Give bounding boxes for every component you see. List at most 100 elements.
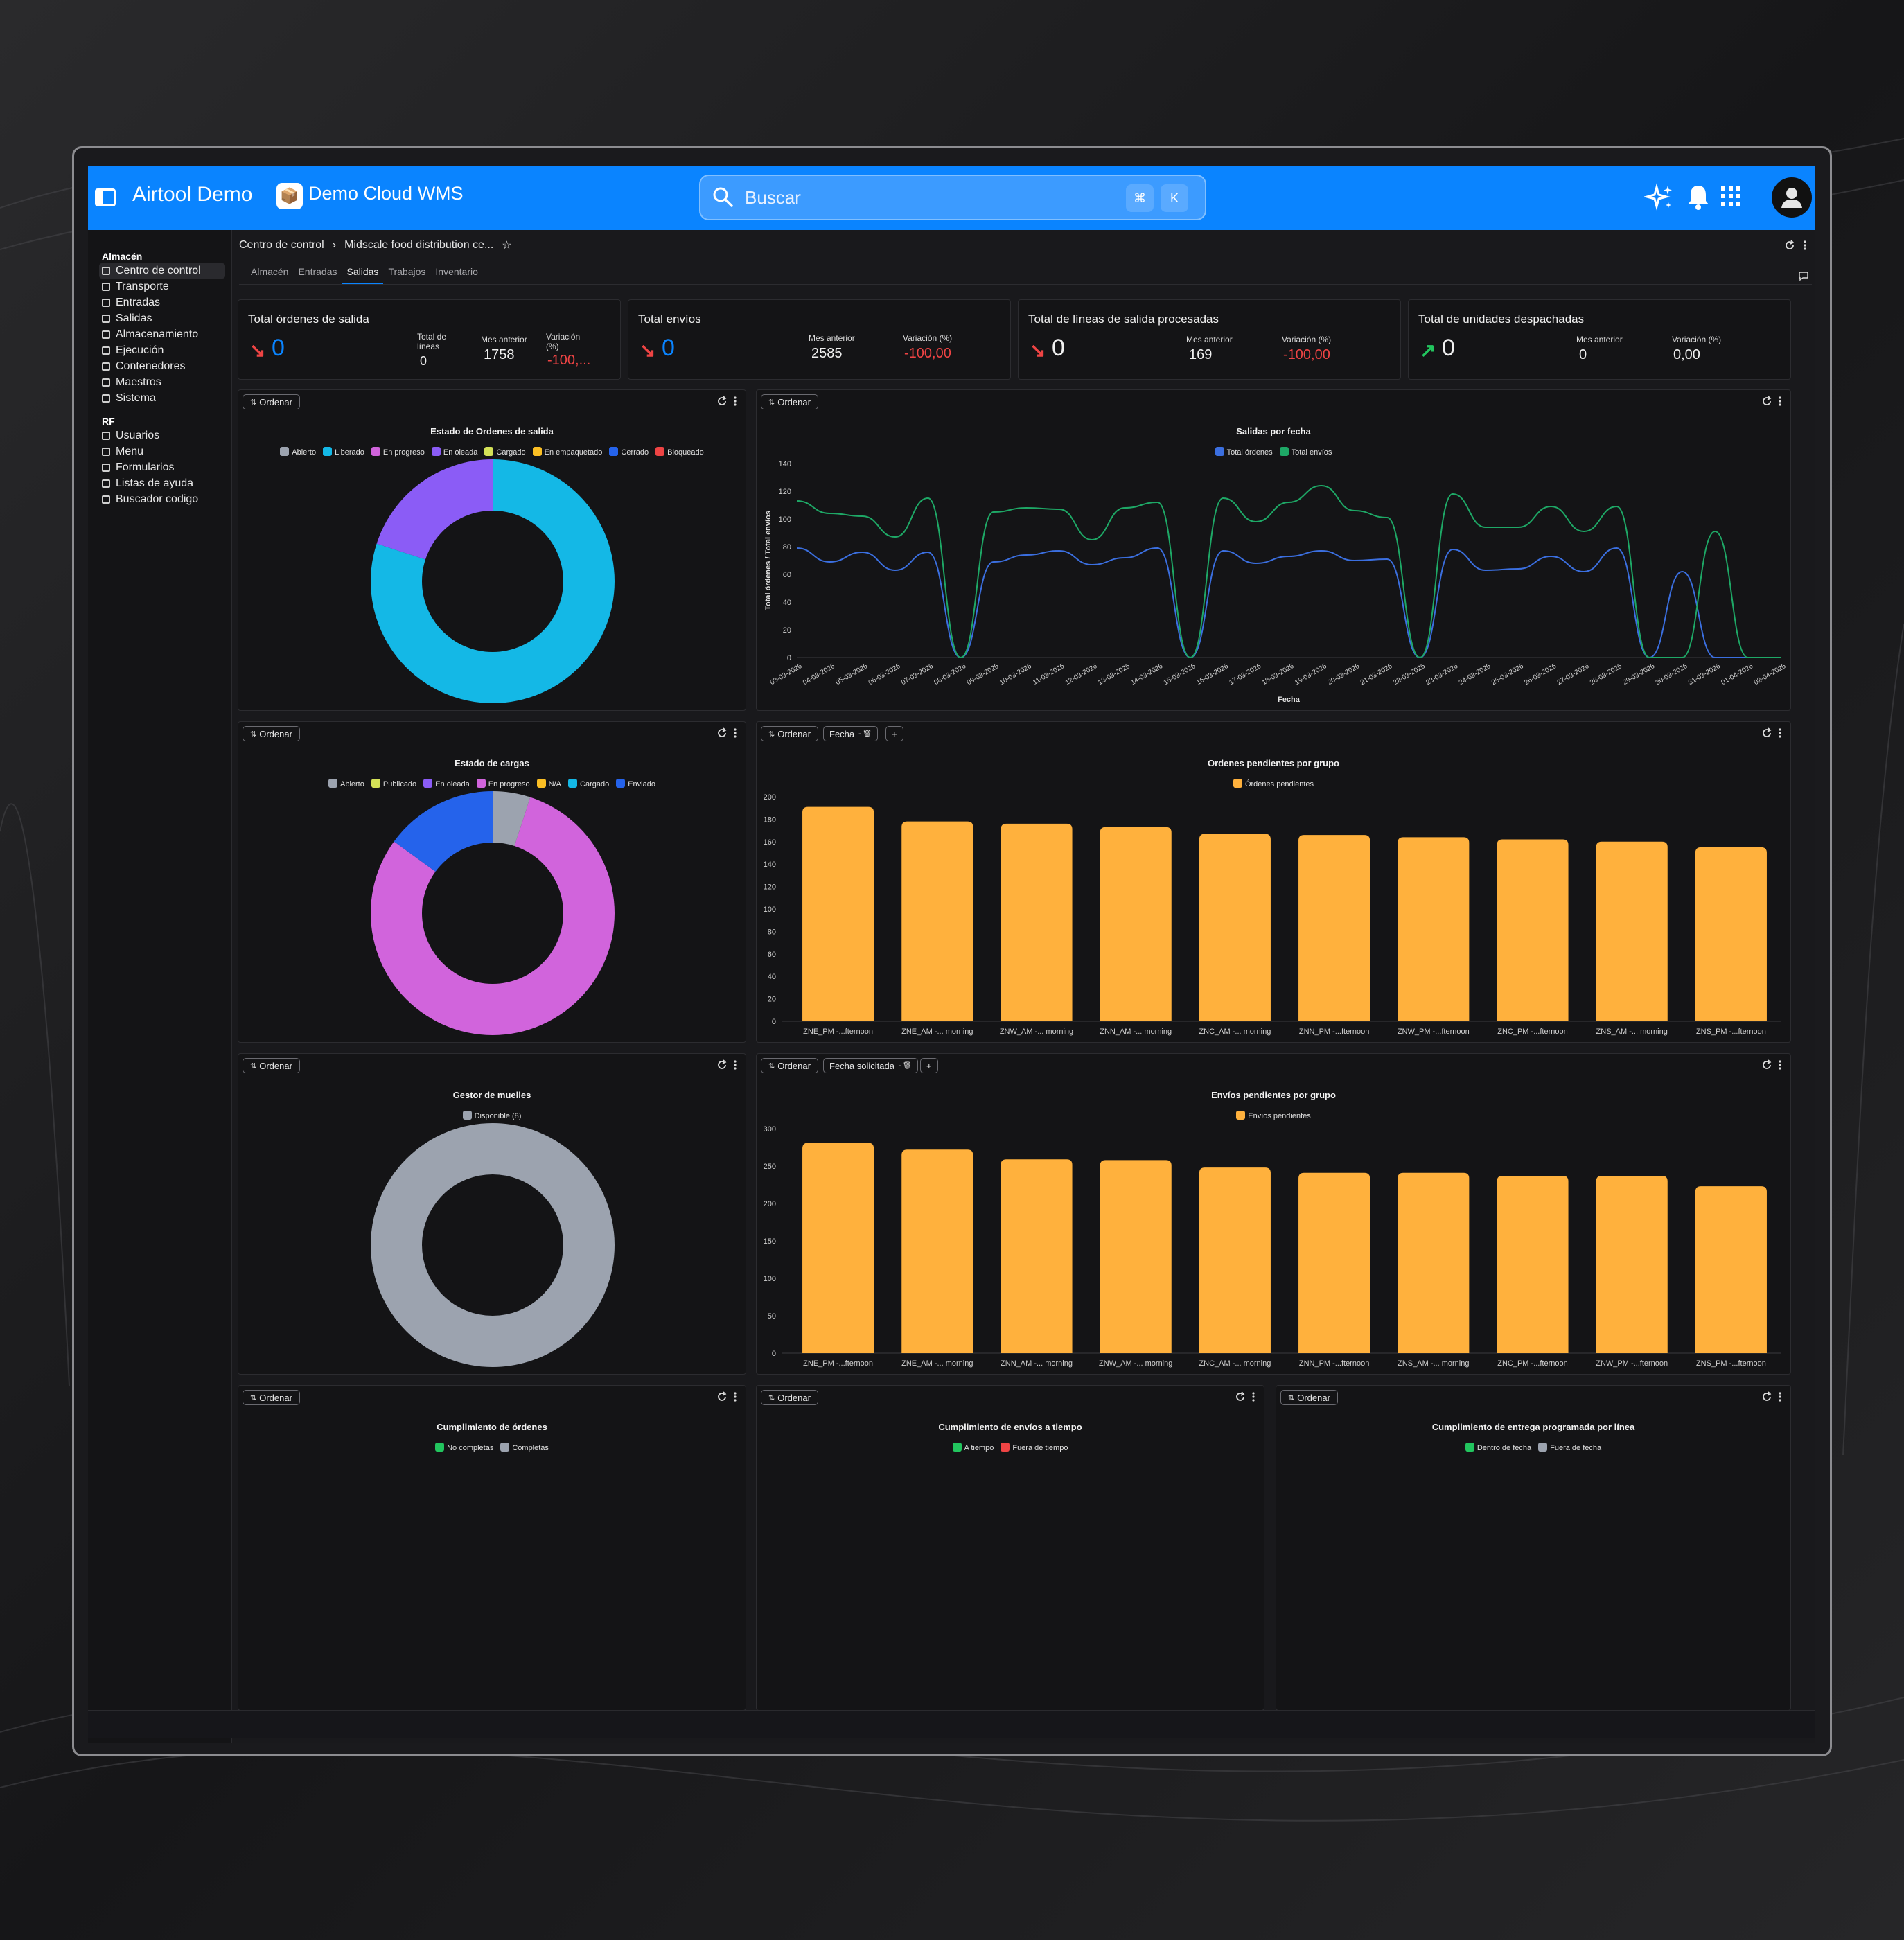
legend-item[interactable]: Total envíos xyxy=(1279,447,1332,457)
search-box[interactable]: ⌘ K xyxy=(699,175,1206,220)
sidebar-item-salidas[interactable]: Salidas xyxy=(99,311,225,326)
bar[interactable] xyxy=(802,806,874,1021)
bar[interactable] xyxy=(901,1149,973,1353)
bar[interactable] xyxy=(1199,834,1271,1021)
sidebar-item-listas-de-ayuda[interactable]: Listas de ayuda xyxy=(99,476,225,491)
tab-almacen[interactable]: Almacén xyxy=(246,263,293,284)
date-filter[interactable]: Fecha solicitada - 🗑 xyxy=(823,1058,918,1073)
breadcrumb-root[interactable]: Centro de control xyxy=(239,239,324,252)
legend-item[interactable]: Dentro de fecha xyxy=(1465,1443,1531,1452)
donut-slice[interactable] xyxy=(371,1123,615,1367)
order-button[interactable]: ⇅ Ordenar xyxy=(761,726,818,741)
order-button[interactable]: ⇅ Ordenar xyxy=(761,1390,818,1405)
favorite-star-icon[interactable]: ☆ xyxy=(502,238,511,252)
bar[interactable] xyxy=(1398,1172,1470,1353)
sidebar-toggle-icon[interactable] xyxy=(95,188,116,206)
refresh-icon[interactable] xyxy=(1235,1391,1246,1402)
order-button[interactable]: ⇅ Ordenar xyxy=(243,726,300,741)
sidebar-item-formularios[interactable]: Formularios xyxy=(99,460,225,475)
legend-item[interactable]: No completas xyxy=(435,1443,493,1452)
legend-item[interactable]: Liberado xyxy=(323,447,364,457)
tab-trabajos[interactable]: Trabajos xyxy=(383,263,430,284)
sidebar-item-almacenamiento[interactable]: Almacenamiento xyxy=(99,327,225,342)
sidebar-item-menu[interactable]: Menu xyxy=(99,444,225,459)
bar[interactable] xyxy=(1298,1172,1370,1353)
order-button[interactable]: ⇅ Ordenar xyxy=(1280,1390,1338,1405)
legend-item[interactable]: En oleada xyxy=(431,447,477,457)
bar[interactable] xyxy=(1596,841,1668,1021)
more-options-icon[interactable] xyxy=(1778,728,1782,739)
filter-remove-icon[interactable]: - 🗑 xyxy=(858,730,872,738)
legend-item[interactable]: En oleada xyxy=(423,779,470,788)
sidebar-item-usuarios[interactable]: Usuarios xyxy=(99,428,225,443)
bar[interactable] xyxy=(1596,1176,1668,1353)
more-options-icon[interactable] xyxy=(1251,1391,1255,1402)
sidebar-item-entradas[interactable]: Entradas xyxy=(99,295,225,310)
sidebar-item-sistema[interactable]: Sistema xyxy=(99,391,225,406)
order-button[interactable]: ⇅ Ordenar xyxy=(761,394,818,409)
refresh-icon[interactable] xyxy=(1761,1391,1772,1402)
search-input[interactable] xyxy=(745,176,1105,219)
legend-item[interactable]: Órdenes pendientes xyxy=(1233,779,1314,788)
breadcrumb-current[interactable]: Midscale food distribution ce... xyxy=(344,239,493,252)
bar[interactable] xyxy=(1199,1167,1271,1353)
sidebar-item-transporte[interactable]: Transporte xyxy=(99,279,225,294)
sidebar-item-maestros[interactable]: Maestros xyxy=(99,375,225,390)
legend-item[interactable]: Bloqueado xyxy=(655,447,704,457)
legend-item[interactable]: N/A xyxy=(536,779,561,788)
order-button[interactable]: ⇅ Ordenar xyxy=(243,1390,300,1405)
refresh-icon[interactable] xyxy=(716,1059,728,1070)
workspace-title[interactable]: Demo Cloud WMS xyxy=(308,183,464,204)
order-button[interactable]: ⇅ Ordenar xyxy=(243,394,300,409)
donut-slice[interactable] xyxy=(376,459,493,560)
more-options-icon[interactable] xyxy=(733,728,737,739)
bar[interactable] xyxy=(901,821,973,1021)
bar[interactable] xyxy=(1100,1160,1172,1353)
refresh-icon[interactable] xyxy=(716,1391,728,1402)
bar[interactable] xyxy=(1298,835,1370,1021)
legend-item[interactable]: Publicado xyxy=(371,779,416,788)
notifications-bell-icon[interactable] xyxy=(1686,183,1711,211)
legend-item[interactable]: Envíos pendientes xyxy=(1236,1111,1311,1120)
refresh-icon[interactable] xyxy=(1761,396,1772,407)
app-title[interactable]: Airtool Demo xyxy=(132,183,252,206)
sidebar-item-ejecucion[interactable]: Ejecución xyxy=(99,343,225,358)
more-options-icon[interactable] xyxy=(1778,1391,1782,1402)
page-refresh-icon[interactable] xyxy=(1786,240,1795,249)
legend-item[interactable]: Cargado xyxy=(484,447,526,457)
add-filter-button[interactable]: + xyxy=(920,1058,938,1073)
bar[interactable] xyxy=(1497,839,1569,1021)
bar[interactable] xyxy=(1497,1176,1569,1353)
legend-item[interactable]: Enviado xyxy=(616,779,655,788)
legend-item[interactable]: En progreso xyxy=(371,447,425,457)
more-options-icon[interactable] xyxy=(733,1391,737,1402)
legend-item[interactable]: Abierto xyxy=(280,447,316,457)
page-more-icon[interactable] xyxy=(1804,240,1806,250)
bar[interactable] xyxy=(1398,837,1470,1021)
bar[interactable] xyxy=(1001,823,1073,1021)
refresh-icon[interactable] xyxy=(1761,1059,1772,1070)
legend-item[interactable]: Abierto xyxy=(328,779,364,788)
bar[interactable] xyxy=(802,1143,874,1353)
legend-item[interactable]: Cargado xyxy=(568,779,609,788)
legend-item[interactable]: Disponible (8) xyxy=(462,1111,521,1120)
user-avatar[interactable] xyxy=(1772,177,1812,218)
order-button[interactable]: ⇅ Ordenar xyxy=(761,1058,818,1073)
tab-entradas[interactable]: Entradas xyxy=(293,263,342,284)
add-filter-button[interactable]: + xyxy=(885,726,903,741)
order-button[interactable]: ⇅ Ordenar xyxy=(243,1058,300,1073)
series-line[interactable] xyxy=(796,547,1781,659)
date-filter[interactable]: Fecha - 🗑 xyxy=(823,726,878,741)
legend-item[interactable]: A tiempo xyxy=(952,1443,994,1452)
bar[interactable] xyxy=(1100,827,1172,1021)
refresh-icon[interactable] xyxy=(1761,728,1772,739)
bar[interactable] xyxy=(1001,1159,1073,1353)
more-options-icon[interactable] xyxy=(1778,396,1782,407)
legend-item[interactable]: En progreso xyxy=(476,779,530,788)
ai-sparkle-icon[interactable] xyxy=(1644,183,1675,213)
comment-icon[interactable] xyxy=(1798,270,1809,281)
sidebar-item-centro-de-control[interactable]: Centro de control xyxy=(99,263,225,279)
bar[interactable] xyxy=(1695,1186,1767,1353)
legend-item[interactable]: Fuera de fecha xyxy=(1538,1443,1601,1452)
sidebar-item-contenedores[interactable]: Contenedores xyxy=(99,359,225,374)
